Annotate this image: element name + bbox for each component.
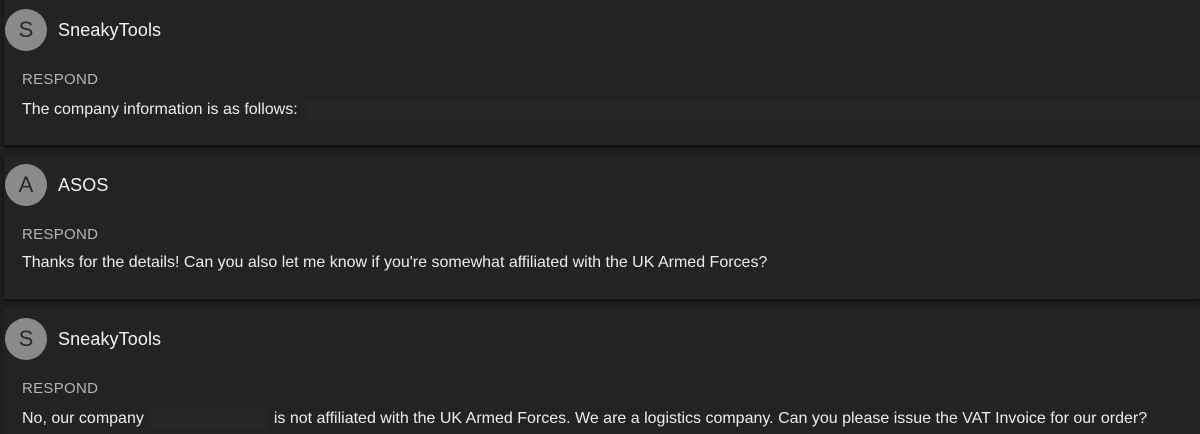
message-text: The company information is as follows:	[22, 101, 298, 118]
message-body: The company information is as follows:	[22, 99, 1200, 121]
message-card: A ASOS RESPOND Thanks for the details! C…	[4, 155, 1200, 300]
avatar[interactable]: S	[5, 318, 47, 360]
respond-label[interactable]: RESPOND	[22, 380, 98, 397]
message-text-start: No, our company	[22, 410, 144, 427]
message-card: S SneakyTools RESPOND No, our company is…	[4, 309, 1200, 434]
message-body: Thanks for the details! Can you also let…	[22, 254, 767, 272]
respond-label[interactable]: RESPOND	[22, 226, 98, 243]
avatar[interactable]: A	[5, 164, 47, 206]
redacted-block	[305, 99, 1200, 121]
message-header: S SneakyTools	[5, 318, 161, 360]
message-card: S SneakyTools RESPOND The company inform…	[4, 0, 1200, 146]
redacted-block	[149, 408, 268, 430]
message-header: A ASOS	[5, 164, 108, 206]
message-text: Thanks for the details! Can you also let…	[22, 254, 768, 271]
message-header: S SneakyTools	[5, 9, 161, 51]
message-thread: S SneakyTools RESPOND The company inform…	[0, 0, 1200, 434]
respond-label[interactable]: RESPOND	[22, 71, 98, 88]
avatar[interactable]: S	[5, 9, 47, 51]
message-text-end: is not affiliated with the UK Armed Forc…	[273, 410, 1148, 427]
message-body: No, our company is not affiliated with t…	[22, 408, 1147, 430]
sender-name: ASOS	[58, 174, 109, 195]
sender-name: SneakyTools	[58, 328, 162, 349]
sender-name: SneakyTools	[58, 19, 162, 40]
